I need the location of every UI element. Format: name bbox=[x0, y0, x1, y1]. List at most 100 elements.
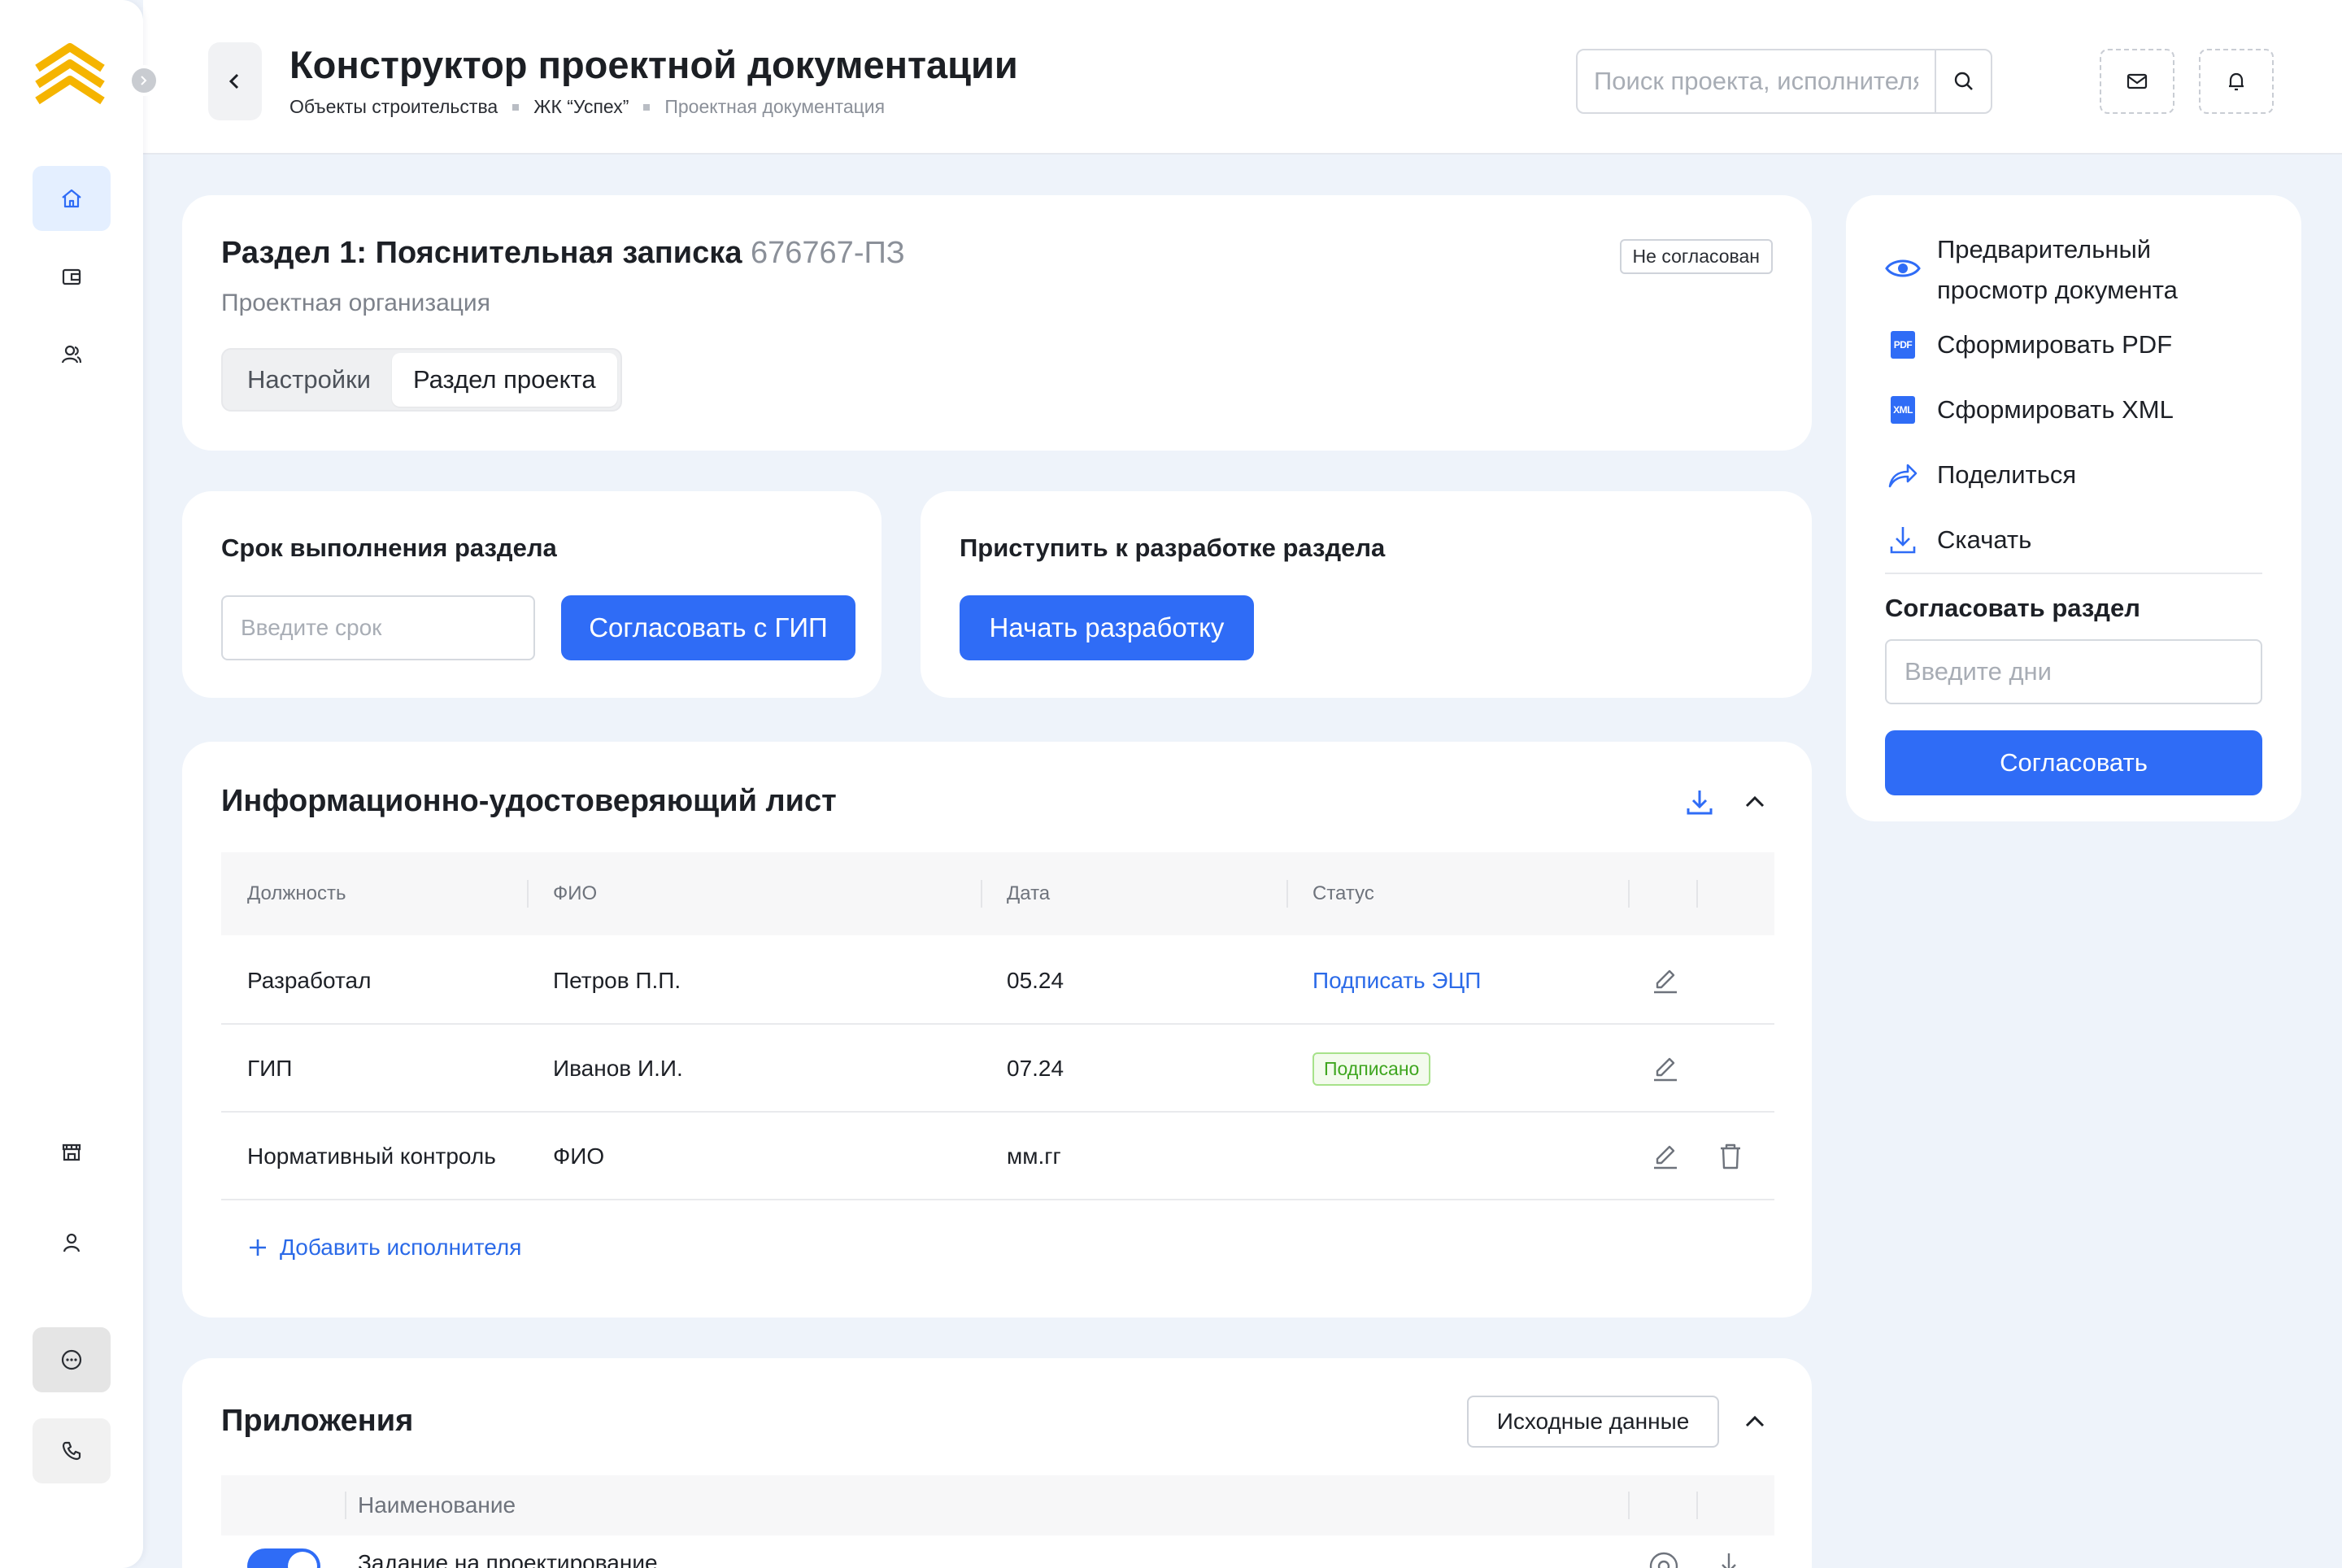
chat-icon bbox=[61, 1349, 82, 1370]
row-date: 05.24 bbox=[1007, 968, 1064, 993]
store-icon bbox=[62, 1143, 81, 1161]
attachments-card: Приложения Исходные данные Наименование … bbox=[182, 1358, 1812, 1568]
approve-with-gip-button[interactable]: Согласовать с ГИП bbox=[561, 595, 855, 660]
generate-pdf-action[interactable]: PDF Сформировать PDF bbox=[1885, 327, 2172, 363]
view-icon[interactable] bbox=[1646, 1548, 1682, 1568]
divider bbox=[1885, 573, 2262, 574]
download-icon[interactable] bbox=[1682, 784, 1717, 820]
info-table-header: Должность ФИО Дата Статус bbox=[221, 852, 1774, 935]
row-date: мм.гг bbox=[1007, 1143, 1061, 1169]
plus-icon bbox=[250, 1239, 266, 1256]
section-title-text: Раздел 1: Пояснительная записка bbox=[221, 236, 742, 270]
chevron-up-icon[interactable] bbox=[1740, 787, 1770, 817]
start-development-button[interactable]: Начать разработку bbox=[960, 595, 1254, 660]
attachment-toggle[interactable] bbox=[247, 1548, 320, 1568]
pdf-file-icon: PDF bbox=[1891, 331, 1915, 359]
mail-icon bbox=[2127, 73, 2148, 89]
eye-icon bbox=[1885, 259, 1921, 277]
row-status: Подписано bbox=[1312, 1025, 1431, 1113]
wallet-icon bbox=[62, 268, 81, 285]
info-sheet-title: Информационно-удостоверяющий лист bbox=[221, 784, 837, 818]
tab-settings[interactable]: Настройки bbox=[226, 353, 392, 407]
download-action[interactable]: Скачать bbox=[1885, 522, 2031, 558]
pencil-icon bbox=[1654, 969, 1677, 994]
days-input[interactable]: Введите дни bbox=[1885, 639, 2262, 704]
approve-section-title: Согласовать раздел bbox=[1885, 594, 2140, 622]
attachment-name: Задание на проектирование bbox=[358, 1550, 658, 1568]
edit-button[interactable] bbox=[1649, 937, 1682, 1025]
sidebar-item-users[interactable] bbox=[33, 322, 111, 387]
chevron-up-icon[interactable] bbox=[1740, 1407, 1770, 1436]
download-icon[interactable] bbox=[1711, 1548, 1747, 1568]
col-title: Наименование bbox=[358, 1492, 516, 1518]
add-executor-link[interactable]: Добавить исполнителя bbox=[247, 1235, 521, 1261]
tab-project-section[interactable]: Раздел проекта bbox=[392, 353, 617, 407]
users-icon bbox=[61, 345, 82, 364]
delete-button[interactable] bbox=[1714, 1113, 1747, 1200]
chevron-right-icon bbox=[141, 76, 147, 85]
status-badge: Не согласован bbox=[1619, 239, 1773, 274]
row-role: ГИП bbox=[247, 1056, 293, 1081]
sidebar-item-phone[interactable] bbox=[33, 1418, 111, 1483]
bell-icon bbox=[2229, 72, 2244, 91]
section-tabs: Настройки Раздел проекта bbox=[221, 348, 622, 412]
generate-xml-action[interactable]: XML Сформировать XML bbox=[1885, 392, 2174, 428]
preview-document-action[interactable]: Предварительный просмотр документа bbox=[1885, 229, 2262, 311]
breadcrumb: Объекты строительства ЖК “Успех” Проектн… bbox=[289, 96, 885, 118]
start-dev-card: Приступить к разработке раздела Начать р… bbox=[921, 491, 1812, 698]
deadline-card: Срок выполнения раздела Введите срок Сог… bbox=[182, 491, 882, 698]
approve-button[interactable]: Согласовать bbox=[1885, 730, 2262, 795]
xml-file-icon: XML bbox=[1891, 396, 1915, 424]
add-executor-label: Добавить исполнителя bbox=[280, 1235, 522, 1260]
search-button[interactable] bbox=[1935, 50, 1991, 112]
deadline-input[interactable]: Введите срок bbox=[221, 595, 535, 660]
section-code: 676767-ПЗ bbox=[751, 236, 905, 270]
share-icon bbox=[1888, 464, 1918, 488]
chevron-left-icon bbox=[229, 73, 239, 89]
table-row: Нормативный контроль ФИО мм.гг bbox=[221, 1113, 1774, 1200]
sidebar-item-home[interactable] bbox=[33, 166, 111, 231]
breadcrumb-item-current: Проектная документация bbox=[664, 96, 886, 117]
attachments-table-header: Наименование bbox=[221, 1475, 1774, 1535]
table-row: Разработал Петров П.П. 05.24 Подписать Э… bbox=[221, 937, 1774, 1025]
attachments-title: Приложения bbox=[221, 1404, 414, 1438]
row-role: Разработал bbox=[247, 968, 372, 993]
breadcrumb-item-project[interactable]: ЖК “Успех” bbox=[533, 96, 629, 118]
sidebar bbox=[0, 0, 159, 1568]
pencil-icon bbox=[1654, 1145, 1677, 1169]
signed-badge: Подписано bbox=[1312, 1052, 1431, 1086]
col-status: Статус bbox=[1312, 882, 1374, 904]
row-name: Петров П.П. bbox=[553, 968, 681, 993]
actions-panel: Предварительный просмотр документа PDF С… bbox=[1846, 195, 2301, 821]
source-data-button[interactable]: Исходные данные bbox=[1467, 1396, 1719, 1448]
edit-button[interactable] bbox=[1649, 1113, 1682, 1200]
pencil-icon bbox=[1654, 1057, 1677, 1082]
search-box bbox=[1576, 49, 1992, 114]
back-button[interactable] bbox=[208, 42, 262, 120]
sign-ecp-link[interactable]: Подписать ЭЦП bbox=[1312, 937, 1481, 1025]
mail-button[interactable] bbox=[2100, 49, 2174, 114]
company-logo bbox=[35, 43, 105, 105]
download-label: Скачать bbox=[1937, 525, 2032, 554]
sidebar-item-store[interactable] bbox=[33, 1119, 111, 1184]
section-card: Раздел 1: Пояснительная записка 676767-П… bbox=[182, 195, 1812, 451]
col-role: Должность bbox=[247, 882, 346, 904]
col-name: ФИО bbox=[553, 882, 598, 904]
trash-icon bbox=[1721, 1143, 1740, 1169]
sidebar-item-wallet[interactable] bbox=[33, 244, 111, 309]
deadline-title: Срок выполнения раздела bbox=[221, 534, 557, 562]
edit-button[interactable] bbox=[1649, 1025, 1682, 1113]
generate-xml-label: Сформировать XML bbox=[1937, 395, 2174, 424]
top-header: Конструктор проектной документации Объек… bbox=[143, 0, 2342, 155]
row-date: 07.24 bbox=[1007, 1056, 1064, 1081]
notifications-button[interactable] bbox=[2199, 49, 2274, 114]
sidebar-collapse-toggle[interactable] bbox=[128, 65, 159, 96]
user-icon bbox=[63, 1233, 81, 1252]
search-input[interactable] bbox=[1578, 50, 1935, 112]
sidebar-item-chat[interactable] bbox=[33, 1327, 111, 1392]
generate-pdf-label: Сформировать PDF bbox=[1937, 330, 2173, 359]
share-action[interactable]: Поделиться bbox=[1885, 457, 2076, 493]
page-title: Конструктор проектной документации bbox=[289, 43, 1018, 86]
breadcrumb-item-objects[interactable]: Объекты строительства bbox=[289, 96, 498, 118]
sidebar-item-profile[interactable] bbox=[33, 1210, 111, 1275]
